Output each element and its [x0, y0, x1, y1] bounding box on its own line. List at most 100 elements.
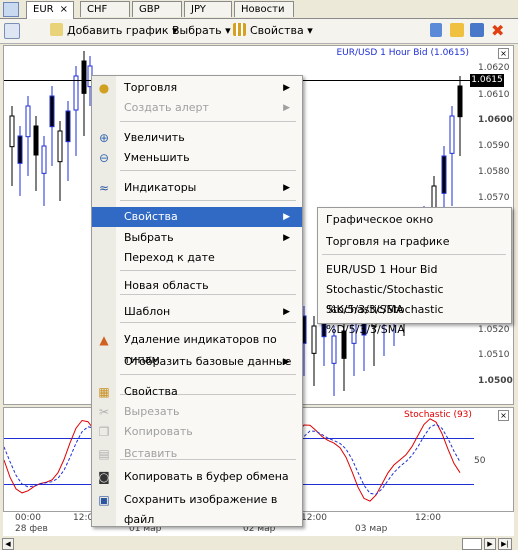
tab-bar: EUR × CHF GBP JPY Новости: [0, 0, 518, 19]
menu-item-label: Вырезать: [124, 405, 180, 418]
chart-panel-icon[interactable]: [4, 23, 20, 39]
indicators-icon: ≈: [98, 181, 110, 195]
menu-item[interactable]: ⊖ Уменьшить: [92, 148, 302, 168]
y-tick: 1.0610: [478, 90, 510, 100]
submenu-item[interactable]: Графическое окно: [326, 210, 433, 230]
osc-tick: 50: [474, 456, 486, 466]
menu-separator: [120, 374, 296, 375]
menu-item[interactable]: Шаблон ▶: [92, 302, 302, 322]
coins-icon: ●: [98, 81, 110, 95]
properties-button[interactable]: Свойства ▾: [250, 23, 313, 39]
submenu-item[interactable]: Stochastic/Stochastic %D/5/3/3/SMA: [326, 300, 511, 336]
menu-item[interactable]: ● Торговля ▶: [92, 78, 302, 98]
y-tick: 1.0590: [478, 141, 510, 151]
submenu-arrow-icon: ▶: [283, 307, 290, 317]
layout-icon[interactable]: [450, 23, 464, 37]
submenu-item[interactable]: Торговля на графике: [326, 232, 449, 252]
toolbar: Добавить график ▾ Выбрать ▾ Свойства ▾ ✖: [0, 19, 518, 44]
zoom-in-icon: ⊕: [98, 131, 110, 145]
scroll-right-icon[interactable]: ▶: [484, 538, 496, 550]
image-icon[interactable]: [470, 23, 484, 37]
candle-body: [441, 155, 447, 194]
chart-close-icon[interactable]: ×: [498, 48, 509, 59]
camera-icon: ◙: [98, 470, 110, 484]
menu-item[interactable]: ▦ Свойства: [92, 382, 302, 402]
submenu-arrow-icon: ▶: [283, 103, 290, 113]
y-tick: 1.0570: [478, 193, 510, 203]
price-badge: 1.0615: [470, 74, 504, 87]
tab-label: Новости: [241, 4, 285, 15]
tab-gbp[interactable]: GBP: [132, 1, 182, 17]
menu-item-label: Торговля: [124, 81, 178, 94]
menu-item[interactable]: Отобразить базовые данные ▶: [92, 352, 302, 372]
add-chart-button[interactable]: Добавить график ▾: [67, 23, 178, 39]
select-button[interactable]: Выбрать ▾: [172, 23, 231, 39]
menu-separator: [120, 121, 296, 122]
menu-item-label: Переход к дате: [124, 251, 215, 264]
menu-item[interactable]: Новая область: [92, 276, 302, 296]
menu-item[interactable]: ◙ Копировать в буфер обмена: [92, 467, 302, 487]
scroll-end-icon[interactable]: ▶|: [498, 538, 512, 550]
candle-body: [65, 110, 71, 143]
context-menu: ● Торговля ▶ Создать алерт ▶ ⊕ Увеличить ⊖ Умень…: [91, 75, 303, 527]
submenu-arrow-icon: ▶: [283, 83, 290, 93]
menu-separator: [120, 322, 296, 323]
tab-jpy[interactable]: JPY: [184, 1, 232, 17]
menu-item-label: Копировать: [124, 425, 193, 438]
menu-item-label: Свойства: [124, 385, 178, 398]
x-tick: 03 мар: [355, 524, 388, 534]
properties-submenu: Графическое окно Торговля на графике EUR/U…: [317, 207, 512, 336]
cut-icon: ✂: [98, 405, 110, 419]
menu-item-label: Выбрать: [124, 231, 174, 244]
y-tick: 1.0500: [478, 376, 513, 386]
menu-item-label: Увеличить: [124, 131, 185, 144]
menu-item-label: Сохранить изображение в файл: [124, 493, 278, 526]
submenu-arrow-icon: ▶: [283, 183, 290, 193]
properties-icon: ▦: [98, 385, 110, 399]
menu-item[interactable]: ▲ Удаление индикаторов по типам: [92, 330, 302, 366]
tab-label: EUR: [33, 4, 54, 15]
tab-label: JPY: [191, 4, 206, 15]
x-tick: 12:00: [301, 513, 327, 523]
tab-news[interactable]: Новости: [234, 1, 294, 17]
chart-scrollbar[interactable]: ◀ ▶ ▶|: [0, 536, 518, 550]
submenu-item[interactable]: Stochastic/Stochastic %K/5/3/3/SMA: [326, 280, 511, 316]
menu-item[interactable]: Выбрать ▶: [92, 228, 302, 248]
scroll-left-icon[interactable]: ◀: [2, 538, 14, 550]
candle-body: [457, 85, 463, 118]
submenu-item[interactable]: EUR/USD 1 Hour Bid: [326, 260, 437, 280]
tab-eur[interactable]: EUR ×: [26, 1, 74, 19]
menu-item-label: Индикаторы: [124, 181, 197, 194]
menu-item-label: Свойства: [124, 210, 178, 223]
candle-body: [57, 130, 63, 163]
x-tick: 28 фев: [15, 524, 48, 534]
tab-label: GBP: [139, 4, 160, 15]
menu-item-label: Вставить: [124, 447, 178, 460]
menu-separator: [120, 200, 296, 201]
tab-chf[interactable]: CHF: [80, 1, 130, 17]
submenu-arrow-icon: ▶: [283, 233, 290, 243]
menu-item[interactable]: ▣ Сохранить изображение в файл: [92, 490, 302, 526]
y-tick: 1.0580: [478, 167, 510, 177]
menu-item-label: Отобразить базовые данные: [124, 355, 292, 368]
add-chart-icon: [50, 23, 63, 36]
x-tick: 12:00: [415, 513, 441, 523]
paste-icon: ▤: [98, 447, 110, 461]
menu-item-label: Копировать в буфер обмена: [124, 470, 289, 483]
menu-item[interactable]: ⊕ Увеличить: [92, 128, 302, 148]
menu-item-label: Новая область: [124, 279, 209, 292]
submenu-arrow-icon: ▶: [283, 357, 290, 367]
menu-item[interactable]: Свойства ▶: [92, 207, 302, 227]
close-icon[interactable]: ×: [60, 2, 68, 18]
menu-item[interactable]: Переход к дате: [92, 248, 302, 268]
y-tick: 1.0520: [478, 325, 510, 335]
menu-item-label: Создать алерт: [124, 101, 209, 114]
close-chart-icon[interactable]: ✖: [491, 23, 507, 39]
scroll-thumb[interactable]: [462, 538, 482, 550]
candle-body: [81, 60, 87, 94]
menu-separator: [120, 170, 296, 171]
pin-icon[interactable]: [430, 23, 442, 37]
menu-item: Создать алерт ▶: [92, 98, 302, 118]
menu-item[interactable]: ≈ Индикаторы ▶: [92, 178, 302, 198]
osc-close-icon[interactable]: ×: [498, 410, 509, 421]
